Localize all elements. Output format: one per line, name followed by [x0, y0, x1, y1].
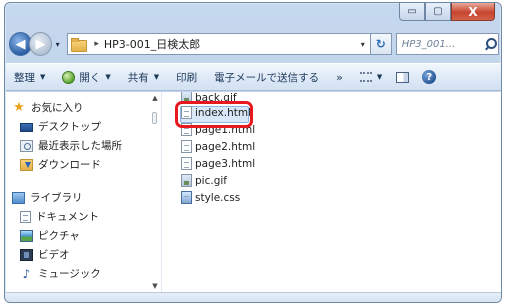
file-name: page3.html [195, 157, 256, 170]
minimize-button[interactable]: ▭ [399, 3, 425, 21]
nav-item-music[interactable]: ♪ ミュージック [6, 264, 161, 283]
nav-spacer [6, 174, 161, 188]
nav-item-label: ミュージック [38, 268, 101, 280]
maximize-button[interactable]: ▢ [425, 3, 451, 21]
preview-pane-icon[interactable] [396, 71, 410, 83]
file-list: back.gif index.html page1.html page2.htm… [181, 92, 501, 206]
print-label: 印刷 [176, 71, 198, 84]
scroll-up-icon[interactable]: ▲ [149, 92, 161, 104]
forward-button[interactable]: ▶ [28, 32, 52, 56]
file-name: back.gif [195, 92, 237, 104]
more-commands-button[interactable]: » [336, 71, 343, 84]
share-menu[interactable]: 共有 ▼ [128, 70, 159, 85]
chevron-down-icon: ▼ [105, 73, 111, 81]
refresh-button[interactable]: ↻ [370, 33, 392, 55]
share-label: 共有 [127, 71, 149, 84]
nav-scrollbar[interactable]: ▲ ▼ [149, 92, 161, 292]
nav-item-label: 最近表示した場所 [38, 140, 122, 152]
html-file-icon [181, 140, 192, 153]
nav-item-desktop[interactable]: デスクトップ [6, 117, 161, 136]
file-item[interactable]: style.css [181, 189, 501, 206]
open-menu[interactable]: 開く ▼ [62, 70, 111, 85]
organize-menu[interactable]: 整理 ▼ [14, 70, 45, 85]
gif-file-icon [181, 174, 192, 187]
file-name: pic.gif [195, 174, 227, 187]
download-folder-icon [20, 158, 33, 171]
recent-pages-dropdown[interactable]: ▾ [52, 40, 63, 49]
search-icon[interactable] [484, 37, 498, 51]
file-name: style.css [195, 191, 241, 204]
file-name: index.html [195, 106, 251, 119]
search-input[interactable] [401, 38, 484, 50]
file-name: page1.html [195, 123, 256, 136]
help-icon[interactable]: ? [422, 70, 437, 84]
email-button[interactable]: 電子メールで送信する [214, 70, 319, 85]
nav-item-label: デスクトップ [38, 121, 101, 133]
file-item-selected[interactable]: index.html [181, 104, 501, 121]
explorer-window: ▭ ▢ X ◀ ▶ ▾ ▸ HP3-001_日検太郎 ▾ ↻ 整理 ▼ 開く ▼ [4, 2, 502, 303]
file-name: page2.html [195, 140, 256, 153]
nav-item-label: ビデオ [38, 249, 70, 261]
chevron-down-icon: ▼ [40, 73, 46, 81]
music-icon: ♪ [22, 266, 31, 281]
nav-group-libraries[interactable]: ライブラリ [6, 188, 161, 207]
nav-item-recent-places[interactable]: 最近表示した場所 [6, 136, 161, 155]
open-with-icon [62, 70, 76, 84]
email-label: 電子メールで送信する [214, 71, 320, 84]
file-item[interactable]: pic.gif [181, 172, 501, 189]
address-history-dropdown[interactable]: ▾ [356, 40, 370, 49]
organize-label: 整理 [14, 71, 35, 84]
address-row: ◀ ▶ ▾ ▸ HP3-001_日検太郎 ▾ ↻ [9, 29, 499, 59]
folder-icon [71, 38, 88, 52]
recent-places-icon [20, 139, 33, 152]
nav-item-videos[interactable]: ビデオ [6, 245, 161, 264]
caption-buttons: ▭ ▢ X [399, 3, 495, 21]
close-button[interactable]: X [451, 3, 495, 21]
file-item[interactable]: page2.html [181, 138, 501, 155]
command-toolbar: 整理 ▼ 開く ▼ 共有 ▼ 印刷 電子メールで送信する » ▼ ? [6, 63, 501, 91]
html-file-icon [181, 157, 192, 170]
nav-item-label: ピクチャ [38, 230, 80, 242]
html-file-icon [181, 123, 192, 136]
nav-item-pictures[interactable]: ピクチャ [6, 226, 161, 245]
desktop-icon [20, 122, 33, 132]
document-icon [20, 210, 31, 223]
address-bar[interactable]: ▸ HP3-001_日検太郎 ▾ [67, 33, 371, 55]
chevron-down-icon: ▼ [153, 73, 160, 81]
nav-item-label: ダウンロード [38, 159, 101, 171]
nav-item-downloads[interactable]: ダウンロード [6, 155, 161, 174]
scroll-down-icon[interactable]: ▼ [149, 280, 161, 292]
picture-icon [20, 229, 33, 242]
nav-group-label: お気に入り [31, 102, 84, 114]
search-box[interactable] [395, 33, 499, 55]
content-area: ★ お気に入り デスクトップ 最近表示した場所 ダウンロード ライブラリ ドキュ… [6, 92, 501, 292]
library-icon [12, 191, 25, 204]
breadcrumb-separator-icon[interactable]: ▸ [94, 39, 99, 49]
file-list-pane: back.gif index.html page1.html page2.htm… [162, 92, 501, 292]
star-icon: ★ [13, 99, 25, 115]
video-icon [20, 248, 33, 261]
nav-item-label: ドキュメント [36, 211, 99, 223]
file-item[interactable]: page3.html [181, 155, 501, 172]
nav-group-label: ライブラリ [30, 192, 83, 204]
print-button[interactable]: 印刷 [176, 70, 197, 85]
breadcrumb-folder[interactable]: HP3-001_日検太郎 [104, 36, 200, 52]
css-file-icon [181, 191, 192, 204]
scroll-thumb[interactable] [152, 112, 157, 124]
chevron-down-icon: ▼ [376, 73, 383, 81]
file-item[interactable]: back.gif [181, 92, 501, 104]
file-item[interactable]: page1.html [181, 121, 501, 138]
gif-file-icon [181, 92, 192, 104]
change-view-button[interactable]: ▼ [359, 72, 383, 82]
html-file-icon [181, 106, 192, 119]
view-grid-icon [359, 72, 372, 82]
nav-list: ★ お気に入り デスクトップ 最近表示した場所 ダウンロード ライブラリ ドキュ… [6, 92, 161, 283]
open-label: 開く [79, 71, 101, 84]
navigation-pane: ★ お気に入り デスクトップ 最近表示した場所 ダウンロード ライブラリ ドキュ… [6, 92, 162, 292]
nav-item-documents[interactable]: ドキュメント [6, 207, 161, 226]
details-pane [6, 292, 501, 302]
nav-group-favorites[interactable]: ★ お気に入り [6, 98, 161, 117]
